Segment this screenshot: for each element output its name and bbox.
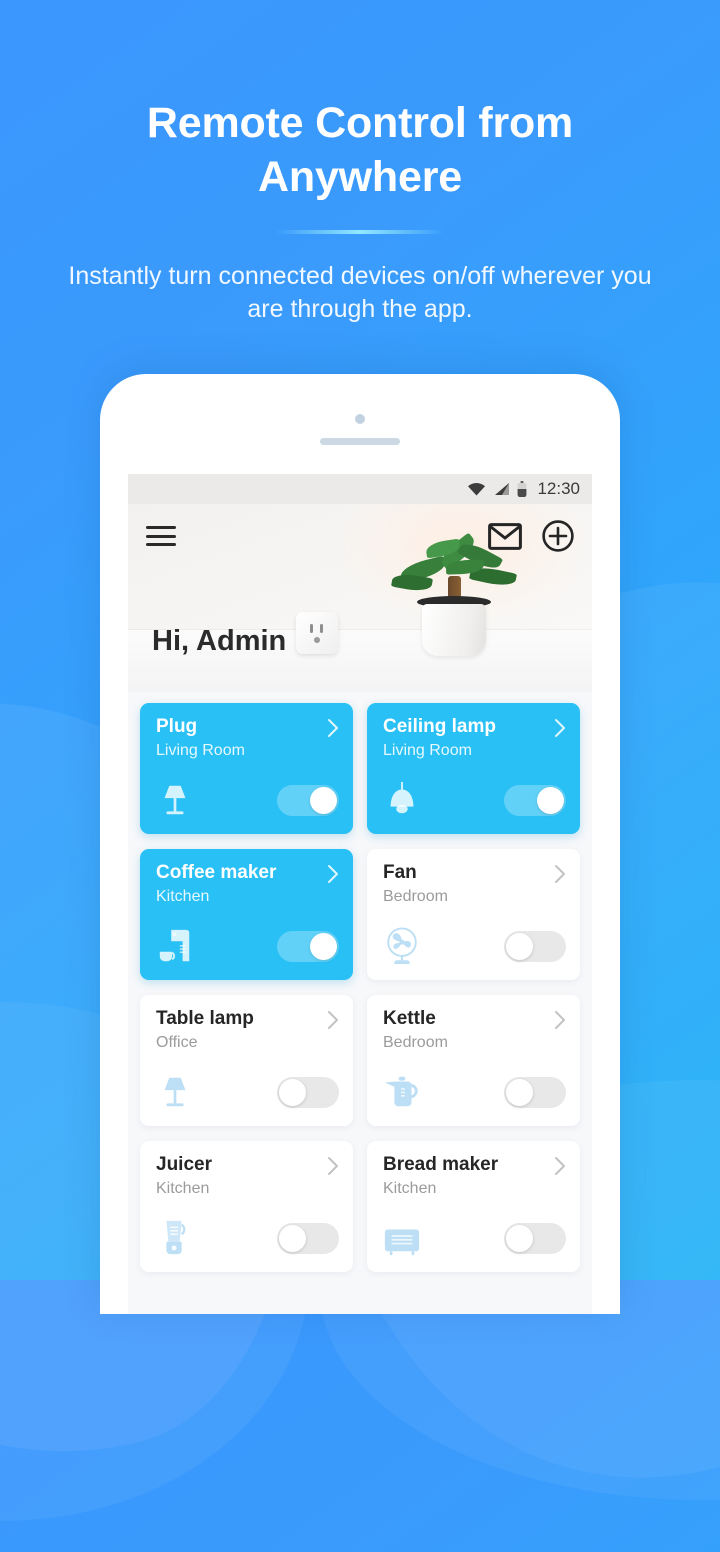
device-room: Living Room xyxy=(383,742,472,759)
device-card[interactable]: Plug Living Room xyxy=(140,703,353,834)
chevron-right-icon[interactable] xyxy=(554,1010,566,1030)
device-room: Bedroom xyxy=(383,888,448,905)
chevron-right-icon[interactable] xyxy=(327,864,339,884)
device-room: Living Room xyxy=(156,742,245,759)
device-power-toggle[interactable] xyxy=(277,784,339,816)
plus-circle-icon[interactable] xyxy=(542,520,574,552)
device-name: Ceiling lamp xyxy=(383,716,496,737)
device-card[interactable]: Coffee maker Kitchen xyxy=(140,849,353,980)
wifi-icon xyxy=(468,483,486,496)
device-card[interactable]: Bread maker Kitchen xyxy=(367,1141,580,1272)
chevron-right-icon[interactable] xyxy=(554,1156,566,1176)
device-name: Kettle xyxy=(383,1008,436,1029)
chevron-right-icon[interactable] xyxy=(554,864,566,884)
device-name: Plug xyxy=(156,716,198,737)
device-room: Kitchen xyxy=(383,1180,437,1197)
smart-plug-photo xyxy=(296,612,338,654)
device-card[interactable]: Fan Bedroom xyxy=(367,849,580,980)
device-name: Juicer xyxy=(156,1154,212,1175)
earpiece-speaker xyxy=(320,438,400,445)
blender-icon xyxy=(156,1218,194,1258)
kettle-icon xyxy=(383,1072,421,1112)
phone-screen: 12:30 Hi, Admin Plug Living Room Ceiling… xyxy=(128,474,592,1314)
device-room: Kitchen xyxy=(156,1180,210,1197)
device-room: Kitchen xyxy=(156,888,210,905)
chevron-right-icon[interactable] xyxy=(327,1010,339,1030)
toggle-knob xyxy=(310,932,337,960)
device-name: Coffee maker xyxy=(156,862,277,883)
table-lamp-icon xyxy=(156,780,194,820)
cellular-signal-icon xyxy=(495,483,510,495)
header-photo: Hi, Admin xyxy=(128,504,592,692)
hero-section: Remote Control from Anywhere Instantly t… xyxy=(0,96,720,326)
status-bar-clock: 12:30 xyxy=(537,479,580,498)
front-camera-icon xyxy=(355,414,365,424)
greeting-text: Hi, Admin xyxy=(152,625,287,657)
toaster-icon xyxy=(383,1218,421,1258)
toggle-knob xyxy=(506,1078,533,1106)
hero-subtitle: Instantly turn connected devices on/off … xyxy=(68,262,652,323)
phone-mockup: 12:30 Hi, Admin Plug Living Room Ceiling… xyxy=(100,374,620,1314)
device-power-toggle[interactable] xyxy=(277,1222,339,1254)
device-card[interactable]: Kettle Bedroom xyxy=(367,995,580,1126)
device-power-toggle[interactable] xyxy=(504,930,566,962)
device-name: Table lamp xyxy=(156,1008,254,1029)
toggle-knob xyxy=(279,1224,306,1252)
device-power-toggle[interactable] xyxy=(504,1076,566,1108)
toggle-knob xyxy=(537,786,564,814)
battery-icon xyxy=(518,481,527,497)
coffee-maker-icon xyxy=(156,926,194,966)
device-power-toggle[interactable] xyxy=(504,784,566,816)
table-lamp-icon xyxy=(156,1072,194,1112)
device-room: Office xyxy=(156,1034,198,1051)
pendant-lamp-icon xyxy=(383,780,421,820)
device-card[interactable]: Ceiling lamp Living Room xyxy=(367,703,580,834)
chevron-right-icon[interactable] xyxy=(327,1156,339,1176)
device-name: Fan xyxy=(383,862,417,883)
app-bar xyxy=(128,504,592,568)
chevron-right-icon[interactable] xyxy=(327,718,339,738)
chevron-right-icon[interactable] xyxy=(554,718,566,738)
device-card[interactable]: Table lamp Office xyxy=(140,995,353,1126)
toggle-knob xyxy=(310,786,337,814)
toggle-knob xyxy=(506,932,533,960)
status-bar: 12:30 xyxy=(128,474,592,504)
hamburger-menu-icon[interactable] xyxy=(146,526,176,546)
toggle-knob xyxy=(506,1224,533,1252)
device-power-toggle[interactable] xyxy=(277,930,339,962)
toggle-knob xyxy=(279,1078,306,1106)
device-name: Bread maker xyxy=(383,1154,499,1175)
fan-icon xyxy=(383,926,421,966)
mail-envelope-icon[interactable] xyxy=(488,522,522,550)
device-power-toggle[interactable] xyxy=(504,1222,566,1254)
page-title: Remote Control from Anywhere xyxy=(146,99,574,201)
device-card[interactable]: Juicer Kitchen xyxy=(140,1141,353,1272)
device-grid: Plug Living Room Ceiling lamp Living Room Co… xyxy=(128,692,592,1272)
device-power-toggle[interactable] xyxy=(277,1076,339,1108)
device-room: Bedroom xyxy=(383,1034,448,1051)
title-divider xyxy=(276,230,444,234)
